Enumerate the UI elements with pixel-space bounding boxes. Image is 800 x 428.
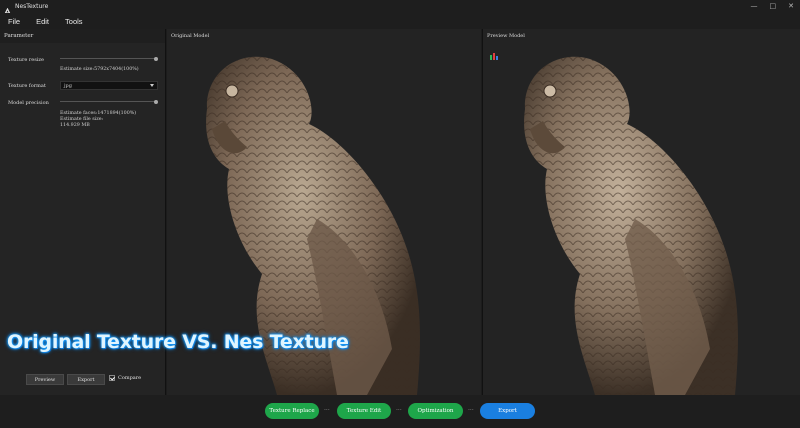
- texture-edit-button[interactable]: Texture Edit: [337, 403, 391, 419]
- menu-file[interactable]: File: [8, 17, 20, 26]
- app-logo-icon: [3, 2, 12, 17]
- step-separator: ···: [396, 407, 402, 414]
- texture-resize-slider[interactable]: [60, 56, 158, 61]
- texture-replace-button[interactable]: Texture Replace: [265, 403, 319, 419]
- title-bar: NesTexture — □ ✕: [0, 0, 800, 17]
- comparison-caption: Original Texture VS. Nes Texture: [7, 331, 349, 353]
- compare-checkbox[interactable]: [109, 375, 115, 381]
- compare-toggle[interactable]: Compare: [109, 375, 141, 381]
- model-precision-label: Model precision: [8, 100, 49, 106]
- texture-format-select[interactable]: jpg: [60, 81, 158, 90]
- texture-format-label: Texture format: [8, 83, 46, 89]
- texture-estimate-size: Estimate size:5792x7404(100%): [60, 67, 139, 72]
- close-icon[interactable]: ✕: [788, 0, 794, 13]
- model-precision-slider[interactable]: [60, 99, 158, 104]
- export-step-button[interactable]: Export: [480, 403, 535, 419]
- menu-edit[interactable]: Edit: [36, 17, 49, 26]
- texture-resize-label: Texture resize: [8, 57, 45, 63]
- texture-resize-knob[interactable]: [154, 56, 158, 61]
- model-precision-knob[interactable]: [154, 99, 158, 104]
- texture-format-value: jpg: [64, 83, 72, 89]
- step-separator: ···: [324, 407, 330, 414]
- chevron-down-icon: [150, 84, 154, 87]
- export-button[interactable]: Export: [67, 374, 105, 385]
- menu-tools[interactable]: Tools: [65, 17, 83, 26]
- estimate-file-size-value: 114.929 MB: [60, 123, 90, 128]
- workflow-bar: Texture Replace ··· Texture Edit ··· Opt…: [0, 395, 800, 428]
- window-title: NesTexture: [15, 3, 49, 10]
- parrot-model-preview: [524, 56, 738, 395]
- compare-label: Compare: [118, 375, 142, 381]
- maximize-icon[interactable]: □: [770, 0, 777, 13]
- panel-header: Parameter: [0, 29, 165, 43]
- preview-button[interactable]: Preview: [26, 374, 64, 385]
- preview-model-viewport[interactable]: Preview Model: [482, 29, 800, 395]
- minimize-icon[interactable]: —: [751, 0, 758, 13]
- menu-bar: File Edit Tools: [0, 13, 800, 29]
- optimization-button[interactable]: Optimization: [408, 403, 463, 419]
- step-separator: ···: [468, 407, 474, 414]
